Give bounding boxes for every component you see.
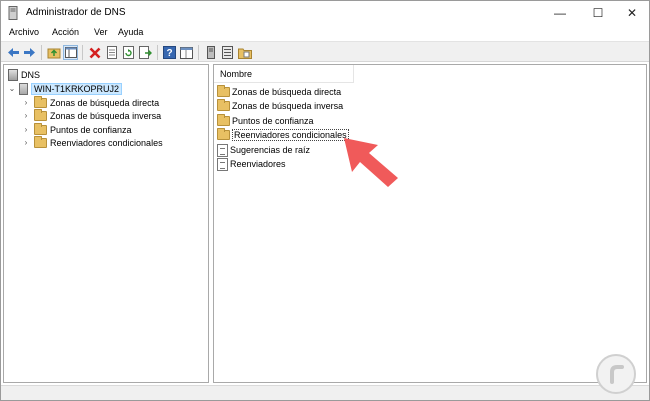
list-item-label: Reenviadores condicionales: [232, 129, 349, 141]
list-item[interactable]: Zonas de búsqueda inversa: [217, 99, 343, 113]
tree-item-trust-points[interactable]: › Puntos de confianza: [22, 122, 132, 136]
toolbar-separator: [82, 45, 83, 60]
tree-item-conditional-forwarders[interactable]: › Reenviadores condicionales: [22, 135, 163, 149]
forward-icon: [24, 48, 35, 57]
expand-chevron-icon[interactable]: ›: [22, 138, 30, 147]
watermark-logo-icon: [596, 354, 636, 394]
export-list-icon: [139, 46, 152, 59]
console-button[interactable]: [179, 45, 194, 60]
back-button[interactable]: [6, 45, 21, 60]
folder-icon: [217, 114, 230, 126]
column-header-nombre[interactable]: Nombre: [214, 65, 354, 83]
document-icon: [217, 143, 228, 157]
menu-ayuda[interactable]: Ayuda: [118, 27, 143, 37]
server-icon: [206, 46, 215, 59]
toolbar: ?: [1, 41, 649, 62]
console-tree-pane[interactable]: DNS ⌄ WIN-T1KRKOPRUJ2 › Zonas de búsqued…: [3, 64, 209, 383]
close-button[interactable]: ✕: [615, 1, 649, 25]
list-item[interactable]: Puntos de confianza: [217, 114, 314, 128]
list-item[interactable]: Reenviadores: [217, 157, 286, 171]
folder-button[interactable]: [237, 45, 252, 60]
list-item-label: Reenviadores: [230, 159, 286, 169]
folder-icon: [34, 108, 47, 121]
maximize-icon: ☐: [592, 6, 604, 20]
close-icon: ✕: [626, 6, 638, 20]
results-list-pane[interactable]: Nombre Zonas de búsqueda directa Zonas d…: [213, 64, 647, 383]
list-item-label: Puntos de confianza: [232, 116, 314, 126]
minimize-button[interactable]: —: [543, 1, 577, 25]
toolbar-separator: [198, 45, 199, 60]
show-tree-button[interactable]: [63, 45, 78, 60]
list-item[interactable]: Reenviadores condicionales: [217, 128, 349, 142]
dns-manager-window: Administrador de DNS — ☐ ✕ Archivo Acció…: [0, 0, 650, 401]
list-item-label: Zonas de búsqueda directa: [232, 87, 342, 97]
records-button[interactable]: [220, 45, 235, 60]
delete-icon: [89, 47, 100, 58]
tree-item-dns-root[interactable]: DNS: [8, 68, 40, 81]
window-title: Administrador de DNS: [26, 7, 126, 18]
menu-bar: Archivo Acción Ver Ayuda: [1, 25, 649, 41]
server-icon: [19, 82, 28, 95]
show-tree-icon: [64, 47, 77, 58]
column-header-label: Nombre: [220, 69, 253, 79]
status-bar: [1, 385, 649, 400]
tree-item-label: DNS: [21, 69, 41, 80]
properties-icon: [106, 46, 117, 59]
collapse-chevron-icon[interactable]: ⌄: [8, 84, 16, 93]
menu-ver[interactable]: Ver: [94, 27, 108, 37]
tree-item-label: Reenviadores condicionales: [50, 137, 163, 148]
server-button[interactable]: [203, 45, 218, 60]
tree-item-label: Zonas de búsqueda inversa: [50, 110, 162, 121]
menu-archivo[interactable]: Archivo: [9, 27, 39, 37]
expand-chevron-icon[interactable]: ›: [22, 125, 30, 134]
export-list-button[interactable]: [138, 45, 153, 60]
folder-icon: [217, 99, 230, 111]
list-item[interactable]: Sugerencias de raíz: [217, 143, 310, 157]
delete-button[interactable]: [87, 45, 102, 60]
records-icon: [222, 46, 233, 59]
properties-button[interactable]: [104, 45, 119, 60]
tree-item-server[interactable]: ⌄ WIN-T1KRKOPRUJ2: [8, 82, 123, 95]
list-item-label: Sugerencias de raíz: [230, 145, 311, 155]
title-bar: Administrador de DNS — ☐ ✕: [1, 1, 649, 25]
menu-accion[interactable]: Acción: [52, 27, 79, 37]
dns-server-icon: [8, 68, 18, 81]
folder-icon: [217, 128, 230, 140]
expand-chevron-icon[interactable]: ›: [22, 111, 30, 120]
forward-button[interactable]: [22, 45, 37, 60]
dns-app-icon: [8, 6, 18, 20]
toolbar-separator: [41, 45, 42, 60]
tree-item-label: Zonas de búsqueda directa: [50, 97, 160, 108]
folder-icon: [237, 48, 252, 59]
tree-item-label: Puntos de confianza: [50, 124, 132, 135]
up-folder-button[interactable]: [46, 45, 61, 60]
folder-icon: [34, 135, 47, 148]
help-button[interactable]: ?: [162, 45, 177, 60]
document-icon: [217, 157, 228, 171]
tree-item-forward-zones[interactable]: › Zonas de búsqueda directa: [22, 95, 160, 109]
tree-item-label: WIN-T1KRKOPRUJ2: [31, 82, 123, 95]
help-icon: ?: [163, 46, 176, 59]
folder-icon: [217, 85, 230, 97]
svg-text:?: ?: [166, 48, 172, 59]
refresh-button[interactable]: [121, 45, 136, 60]
console-icon: [180, 46, 193, 59]
minimize-icon: —: [554, 6, 566, 20]
annotation-arrow-icon: [344, 138, 398, 187]
up-folder-icon: [47, 48, 60, 59]
maximize-button[interactable]: ☐: [581, 1, 615, 25]
list-item-label: Zonas de búsqueda inversa: [232, 101, 344, 111]
folder-icon: [34, 122, 47, 135]
list-item[interactable]: Zonas de búsqueda directa: [217, 85, 341, 99]
refresh-icon: [123, 46, 134, 59]
folder-icon: [34, 95, 47, 108]
expand-chevron-icon[interactable]: ›: [22, 98, 30, 107]
back-icon: [8, 48, 19, 57]
tree-item-reverse-zones[interactable]: › Zonas de búsqueda inversa: [22, 108, 162, 122]
toolbar-separator: [157, 45, 158, 60]
